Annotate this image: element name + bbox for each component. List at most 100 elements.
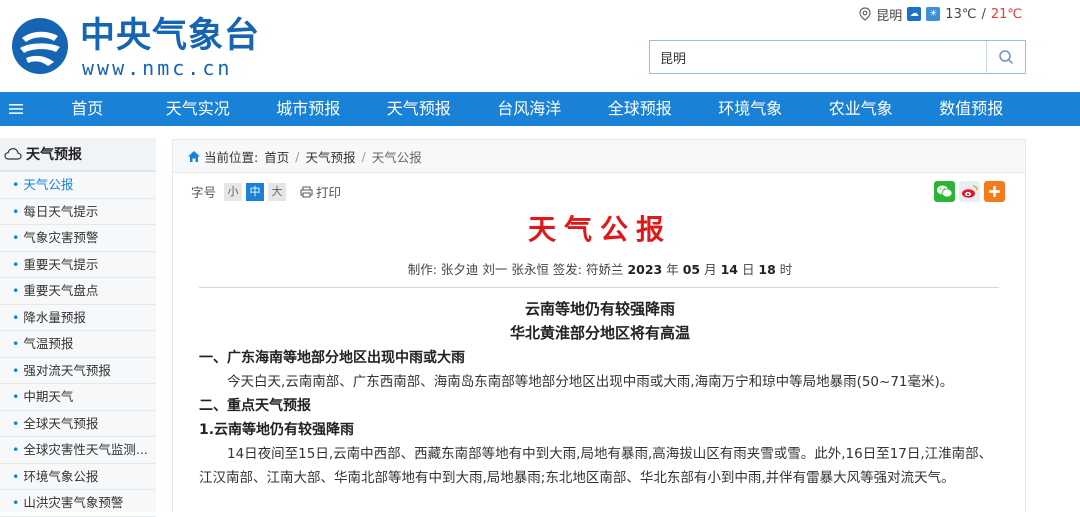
sidebar-item-label: 全球灾害性天气监测... [23, 442, 148, 457]
sidebar-item-label: 山洪灾害气象预警 [23, 495, 124, 510]
sidebar-item-daily-tips[interactable]: • 每日天气提示 [0, 199, 156, 225]
sidebar-item-label: 天气公报 [23, 177, 74, 192]
font-size-large-button[interactable]: 大 [268, 182, 287, 201]
nmc-logo[interactable] [10, 16, 70, 76]
sidebar-item-label: 环境气象公报 [23, 468, 99, 484]
search-icon [999, 50, 1014, 65]
sidebar-item-label: 中期天气 [23, 389, 74, 404]
sidebar-item-label: 强对流天气预报 [23, 362, 111, 378]
title-divider [199, 287, 999, 288]
nav-item-observation[interactable]: 天气实况 [143, 92, 254, 126]
search-box [649, 40, 1026, 74]
bulletin-title: 天气公报 [527, 213, 672, 246]
sidebar-item-important-review[interactable]: • 重要天气盘点 [0, 278, 156, 305]
bullet-icon: • [12, 362, 20, 378]
more-share-button[interactable] [984, 181, 1005, 202]
nav-item-agriculture[interactable]: 农业气象 [806, 92, 917, 126]
main-content: 当前位置: 首页 / 天气预报 / 天气公报 字号 小 中 大 打印 天气公报 … [172, 139, 1026, 512]
bulletin-authors: 制作: 张夕迪 刘一 张永恒 签发: 符娇兰 [407, 262, 628, 277]
menu-icon [9, 104, 23, 114]
article-toolbar: 字号 小 中 大 打印 [191, 182, 341, 201]
wechat-icon [937, 185, 953, 198]
nmc-logo-icon [12, 18, 68, 74]
sidebar-item-global-weather[interactable]: • 全球天气预报 [0, 411, 156, 437]
wechat-share-button[interactable] [934, 181, 955, 202]
temp-high: 21℃ [990, 6, 1022, 22]
location-pin-icon [859, 7, 871, 21]
nav-item-city-forecast[interactable]: 城市预报 [253, 92, 364, 126]
font-size-medium-button[interactable]: 中 [246, 182, 265, 201]
section-2-heading: 二、重点天气预报 [199, 398, 311, 414]
sidebar-item-label: 重要天气盘点 [23, 283, 99, 298]
bullet-icon: • [12, 283, 20, 298]
sidebar-title: 天气预报 [26, 147, 82, 163]
section-2-1-paragraph: 14日夜间至15日,云南中西部、西藏东南部等地有中到大雨,局地有暴雨,高海拔山区… [199, 446, 993, 486]
weibo-icon [962, 185, 978, 198]
bullet-icon: • [12, 256, 20, 272]
breadcrumb-separator: / [295, 148, 300, 164]
bullet-icon: • [12, 336, 20, 351]
sidebar-item-global-hazard[interactable]: • 全球灾害性天气监测... [0, 437, 156, 464]
sidebar-item-label: 降水量预报 [23, 309, 86, 325]
print-button[interactable]: 打印 [300, 182, 341, 201]
breadcrumb-separator: / [361, 148, 366, 164]
site-header: 中央气象台 www.nmc.cn 昆明 ☁ ☀ 13℃/21℃ [0, 0, 1080, 92]
font-size-small-button[interactable]: 小 [224, 182, 243, 201]
bullet-icon: • [12, 389, 20, 404]
nav-item-global-forecast[interactable]: 全球预报 [585, 92, 696, 126]
sidebar-item-disaster-warning[interactable]: • 气象灾害预警 [0, 225, 156, 252]
sidebar-item-label: 气象灾害预警 [23, 230, 99, 245]
section-2-1-heading: 1.云南等地仍有较强降雨 [199, 422, 355, 438]
plus-share-icon [989, 186, 1000, 197]
search-input[interactable] [650, 41, 988, 73]
hour-unit: 时 [775, 262, 793, 277]
sidebar-item-medium-range[interactable]: • 中期天气 [0, 384, 156, 411]
home-icon [188, 150, 200, 162]
sidebar-item-flash-flood[interactable]: • 山洪灾害气象预警 [0, 490, 156, 517]
bullet-icon: • [12, 309, 20, 325]
main-nav: 首页 天气实况 城市预报 天气预报 台风海洋 全球预报 环境气象 农业气象 数值… [0, 92, 1080, 126]
bulletin-year: 2023 [627, 262, 663, 277]
bulletin-hour: 18 [758, 262, 776, 277]
bullet-icon: • [12, 203, 20, 219]
weather-sun-cloud-icon: ☀ [926, 7, 941, 21]
sidebar-item-important-tips[interactable]: • 重要天气提示 [0, 252, 156, 278]
bulletin-month: 05 [682, 262, 701, 277]
breadcrumb-prefix: 当前位置: [204, 149, 259, 165]
font-size-label: 字号 [191, 185, 217, 200]
sidebar-list: • 天气公报 • 每日天气提示 • 气象灾害预警 • 重要天气提示 • 重要天气盘点 • 降… [0, 172, 156, 517]
nav-item-numerical[interactable]: 数值预报 [916, 92, 1027, 126]
section-1-heading: 一、广东海南等地部分地区出现中雨或大雨 [199, 350, 465, 366]
weibo-share-button[interactable] [959, 181, 980, 202]
search-button[interactable] [986, 41, 1025, 73]
share-buttons [934, 181, 1005, 202]
temp-low: 13℃ [945, 6, 977, 22]
sidebar-item-environment-bulletin[interactable]: • 环境气象公报 [0, 464, 156, 490]
month-unit: 月 [700, 262, 721, 277]
sidebar-item-precipitation[interactable]: • 降水量预报 [0, 305, 156, 331]
current-location[interactable]: 昆明 [876, 5, 902, 24]
sidebar-item-label: 全球天气预报 [23, 415, 99, 431]
sidebar-item-weather-bulletin[interactable]: • 天气公报 [0, 172, 156, 199]
nav-item-home[interactable]: 首页 [32, 92, 143, 126]
nav-item-typhoon-ocean[interactable]: 台风海洋 [474, 92, 585, 126]
bullet-icon: • [12, 230, 20, 245]
site-url: www.nmc.cn [82, 56, 233, 80]
nav-item-weather-forecast[interactable]: 天气预报 [364, 92, 475, 126]
bulletin-day: 14 [720, 262, 738, 277]
nav-item-environment[interactable]: 环境气象 [695, 92, 806, 126]
sidebar: 天气预报 • 天气公报 • 每日天气提示 • 气象灾害预警 • 重要天气提示 • 重要天气… [0, 138, 156, 517]
sidebar-item-convection[interactable]: • 强对流天气预报 [0, 358, 156, 384]
bullet-icon: • [12, 495, 20, 510]
day-unit: 日 [737, 262, 759, 277]
breadcrumb-home[interactable]: 首页 [264, 147, 289, 166]
headline-1: 云南等地仍有较强降雨 [524, 300, 675, 318]
nav-menu-button[interactable] [0, 92, 32, 126]
bullet-icon: • [12, 442, 20, 457]
headline-2: 华北黄淮部分地区将有高温 [509, 324, 690, 342]
bullet-icon: • [12, 468, 20, 484]
bullet-icon: • [12, 415, 20, 431]
sidebar-item-temperature[interactable]: • 气温预报 [0, 331, 156, 358]
site-title: 中央气象台 [80, 16, 261, 56]
breadcrumb-weather-forecast[interactable]: 天气预报 [305, 147, 355, 166]
